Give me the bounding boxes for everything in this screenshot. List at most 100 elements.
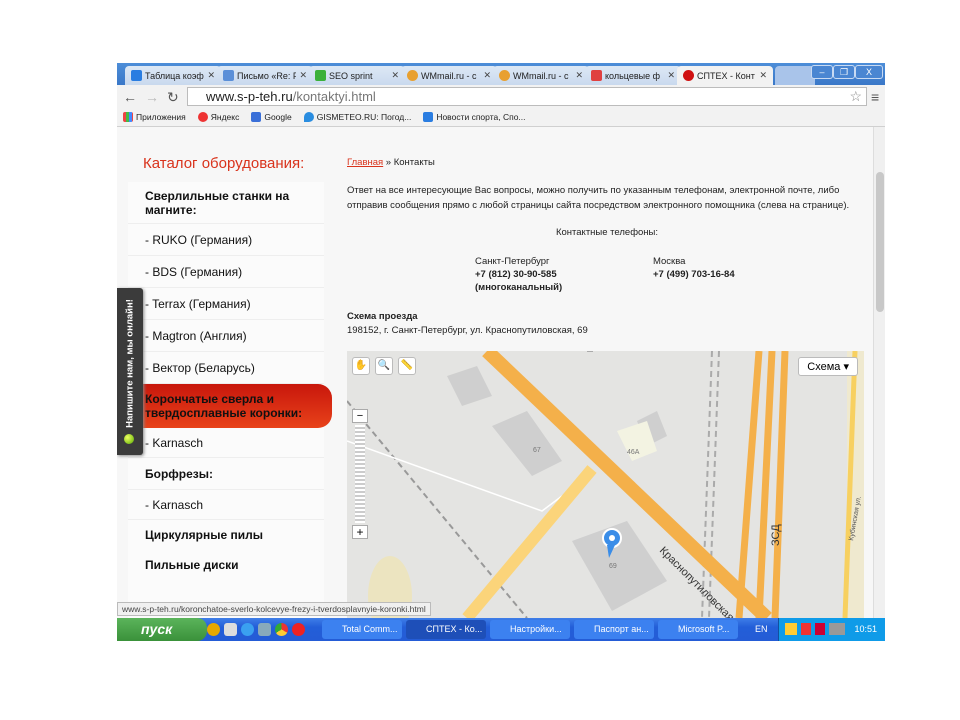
close-icon[interactable]: ✕ bbox=[759, 70, 767, 81]
menu-item[interactable]: Циркулярные пилы bbox=[128, 520, 324, 550]
yandex-icon bbox=[197, 112, 208, 123]
start-button[interactable]: пуск bbox=[117, 618, 207, 641]
apps-icon bbox=[123, 112, 133, 123]
bookmark-apps[interactable]: Приложения bbox=[123, 112, 186, 123]
tab[interactable]: WMmail.ru - с ✕ bbox=[493, 66, 589, 85]
wmmail-icon bbox=[499, 70, 510, 81]
contacts-title: Контактные телефоны: bbox=[555, 227, 659, 238]
tab[interactable]: WMmail.ru - с ✕ bbox=[401, 66, 497, 85]
yandex-icon[interactable] bbox=[292, 623, 305, 636]
new-tab-button[interactable] bbox=[775, 66, 815, 85]
zoom-in-button[interactable]: + bbox=[352, 525, 368, 539]
minimize-button[interactable]: – bbox=[811, 65, 833, 79]
map-label: 69 bbox=[609, 563, 617, 570]
tab[interactable]: SEO sprint ✕ bbox=[309, 66, 405, 85]
directions: Схема проезда 198152, г. Санкт-Петербург,… bbox=[347, 310, 588, 338]
url-input[interactable]: www.s-p-teh.ru/kontaktyi.html ☆ bbox=[187, 87, 867, 106]
bookmark-yandex[interactable]: Яндекс bbox=[197, 112, 239, 123]
taskbar-item[interactable]: Паспорт ан... bbox=[574, 620, 654, 639]
online-status-icon bbox=[124, 434, 134, 444]
zoom-out-button[interactable]: − bbox=[352, 409, 368, 423]
taskbar-item-active[interactable]: СПТЕХ - Ко... bbox=[406, 620, 486, 639]
wmmail-icon bbox=[407, 70, 418, 81]
menu-item[interactable]: Сверлильные станки на магните: bbox=[128, 182, 324, 224]
hand-tool-icon[interactable]: ✋ bbox=[352, 357, 370, 375]
menu-item[interactable]: - Вектор (Беларусь) bbox=[128, 352, 324, 384]
breadcrumb: Главная » Контакты bbox=[347, 157, 435, 168]
city-name: Москва bbox=[653, 256, 686, 267]
phone: +7 (812) 30-90-585 bbox=[475, 269, 557, 280]
close-icon[interactable]: ✕ bbox=[483, 70, 491, 81]
forward-icon[interactable]: → bbox=[145, 89, 159, 105]
reload-icon[interactable]: ↻ bbox=[167, 89, 179, 106]
menu-item[interactable]: Борфрезы: bbox=[128, 458, 324, 490]
close-icon[interactable]: ✕ bbox=[207, 70, 215, 81]
status-url: www.s-p-teh.ru/koronchatoe-sverlo-kolcev… bbox=[117, 602, 431, 616]
close-icon[interactable]: ✕ bbox=[575, 70, 583, 81]
bookmark-label: GISMETEO.RU: Погод... bbox=[316, 111, 412, 122]
system-tray: 10:51 bbox=[778, 618, 885, 641]
menu-item[interactable]: - RUKO (Германия) bbox=[128, 224, 324, 256]
menu-item[interactable]: - Karnasch bbox=[128, 490, 324, 520]
seo-icon bbox=[315, 70, 326, 81]
taskbar-item[interactable]: Microsoft P... bbox=[658, 620, 738, 639]
language-indicator[interactable]: EN bbox=[755, 624, 768, 634]
bookmark-sport[interactable]: Новости спорта, Спо... bbox=[423, 112, 526, 123]
star-icon[interactable]: ☆ bbox=[849, 88, 862, 105]
bookmark-gismeteo[interactable]: GISMETEO.RU: Погод... bbox=[303, 111, 412, 123]
bookmark-google[interactable]: Google bbox=[251, 112, 292, 123]
close-icon[interactable]: ✕ bbox=[391, 70, 399, 81]
address-bar-row: ← → ↻ www.s-p-teh.ru/kontaktyi.html ☆ ≡ bbox=[117, 85, 885, 108]
map[interactable]: 67 46А 69 Краснопутиловская ЗСД Кубинска… bbox=[347, 351, 864, 618]
url-domain: www.s-p-teh.ru bbox=[206, 89, 293, 104]
catalog-title: Каталог оборудования: bbox=[143, 155, 305, 172]
close-icon[interactable]: ✕ bbox=[667, 70, 675, 81]
taskbar-item[interactable]: Total Comm... bbox=[322, 620, 402, 639]
tab-label: WMmail.ru - с bbox=[421, 70, 477, 81]
menu-icon[interactable]: ≡ bbox=[871, 89, 879, 105]
ruler-icon[interactable]: 📏 bbox=[398, 357, 416, 375]
zoom-slider[interactable]: − + bbox=[352, 409, 368, 539]
breadcrumb-home-link[interactable]: Главная bbox=[347, 157, 383, 168]
taskbar: пуск Total Comm... СПТЕХ - Ко... Настрой… bbox=[117, 618, 885, 641]
tray-icons[interactable] bbox=[785, 623, 845, 635]
zoom-track[interactable] bbox=[355, 425, 365, 523]
menu-item[interactable]: - BDS (Германия) bbox=[128, 256, 324, 288]
desktop-icon[interactable] bbox=[258, 623, 271, 636]
chrome-icon[interactable] bbox=[275, 623, 288, 636]
map-canvas[interactable]: 67 46А 69 Краснопутиловская ЗСД Кубинска… bbox=[347, 351, 864, 618]
tab[interactable]: Письмо «Re: F ✕ bbox=[217, 66, 313, 85]
close-window-button[interactable]: X bbox=[855, 65, 883, 79]
intro-text: Ответ на все интересующие Вас вопросы, м… bbox=[347, 185, 850, 211]
menu-item[interactable]: - Magtron (Англия) bbox=[128, 320, 324, 352]
city-name: Санкт-Петербург bbox=[475, 256, 550, 267]
page-content: Каталог оборудования: Сверлильные станки… bbox=[117, 127, 873, 622]
map-label: 46А bbox=[627, 449, 640, 456]
magnifier-icon[interactable]: 🔍 bbox=[375, 357, 393, 375]
browser-window: Таблица коэф ✕ Письмо «Re: F ✕ SEO sprint ✕… bbox=[117, 63, 885, 641]
tab[interactable]: кольцевые ф ✕ bbox=[585, 66, 681, 85]
map-road-zsd bbox=[735, 351, 789, 618]
taskbar-item[interactable]: Настройки... bbox=[490, 620, 570, 639]
menu-item[interactable]: Пильные диски bbox=[128, 550, 324, 580]
yandex-icon bbox=[591, 70, 602, 81]
quicklaunch-icon[interactable] bbox=[207, 623, 220, 636]
tab[interactable]: Таблица коэф ✕ bbox=[125, 66, 221, 85]
quicklaunch-icon[interactable] bbox=[224, 623, 237, 636]
google-icon bbox=[251, 112, 262, 123]
map-type-button[interactable]: Схема ▾ bbox=[798, 357, 858, 376]
menu-item[interactable]: - Terrax (Германия) bbox=[128, 288, 324, 320]
close-icon[interactable]: ✕ bbox=[299, 70, 307, 81]
menu-item-active[interactable]: Корончатые сверла и твердосплавные корон… bbox=[128, 384, 332, 428]
menu-item[interactable]: - Karnasch bbox=[128, 428, 324, 458]
scrollbar[interactable] bbox=[873, 127, 885, 618]
ie-icon[interactable] bbox=[241, 623, 254, 636]
tab-active[interactable]: СПТЕХ - Конт ✕ bbox=[677, 66, 773, 85]
maximize-button[interactable]: ❐ bbox=[833, 65, 855, 79]
back-icon[interactable]: ← bbox=[123, 89, 137, 105]
breadcrumb-separator: » bbox=[383, 157, 394, 168]
online-chat-widget[interactable]: Напишите нам, мы онлайн! bbox=[117, 288, 143, 455]
chat-label: Напишите нам, мы онлайн! bbox=[124, 299, 136, 428]
bookmark-label: Приложения bbox=[136, 111, 186, 122]
scrollbar-thumb[interactable] bbox=[876, 172, 884, 312]
